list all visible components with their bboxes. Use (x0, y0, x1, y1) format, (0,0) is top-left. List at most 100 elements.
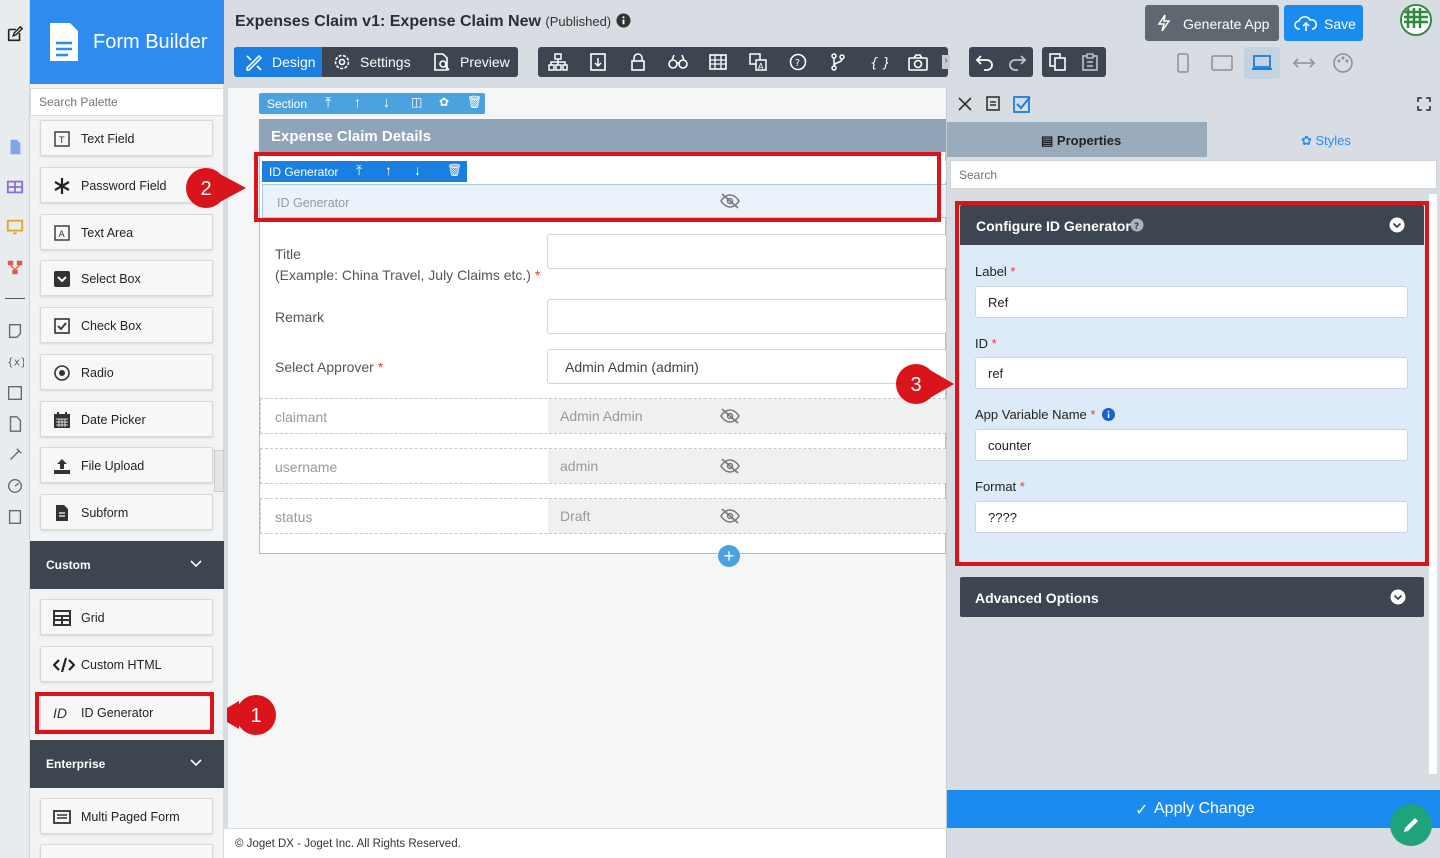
process-icon[interactable] (6, 258, 24, 276)
properties-search-input[interactable] (950, 160, 1437, 189)
info-icon[interactable] (616, 13, 631, 28)
tree-structure-icon[interactable] (548, 53, 568, 71)
move-up-icon[interactable]: ↑ (354, 94, 361, 110)
columns-icon[interactable]: ◫ (411, 95, 422, 109)
settings-mode-button[interactable]: Settings (322, 47, 418, 77)
palette-item-text-field[interactable]: T Text Field (40, 120, 213, 156)
expand-width-icon[interactable] (1292, 54, 1316, 72)
note-icon[interactable] (6, 322, 24, 340)
scroll-right-icon[interactable]: › (942, 55, 950, 69)
style-icon[interactable]: ✿ (439, 95, 449, 109)
published-badge: (Published) (545, 14, 612, 29)
palette-item-radio[interactable]: Radio (40, 354, 213, 390)
copy-icon[interactable] (1048, 53, 1068, 71)
properties-view-icon[interactable] (986, 96, 1000, 111)
left-icon-strip: {x} (0, 0, 30, 858)
hidden-field-label: username (275, 459, 338, 475)
redo-icon[interactable] (1007, 53, 1027, 71)
palette-item-label: Subform (81, 506, 129, 520)
palette-category-custom[interactable]: Custom (30, 541, 224, 589)
palette-item-label: Radio (81, 366, 114, 380)
advanced-options-header[interactable]: Advanced Options (960, 577, 1424, 617)
subform-icon (56, 505, 68, 521)
paste-icon[interactable] (1080, 53, 1100, 71)
tab-label-text: Styles (1315, 133, 1351, 148)
remark-input[interactable] (547, 299, 947, 334)
form-section-icon[interactable] (588, 53, 608, 71)
approver-select[interactable]: Admin Admin (admin) (547, 349, 947, 384)
palette-item-multi-paged-form[interactable]: Multi Paged Form (40, 798, 213, 834)
hidden-field-value: Admin Admin (548, 399, 948, 433)
hidden-field-value: admin (548, 449, 948, 483)
laptop-view-button[interactable] (1244, 47, 1280, 79)
help-icon[interactable]: ? (788, 53, 808, 71)
required-marker: * (534, 267, 541, 283)
title-input[interactable] (547, 234, 947, 269)
translate-icon[interactable] (6, 384, 24, 402)
table-icon[interactable] (708, 53, 728, 71)
palette-item-custom-html[interactable]: Custom HTML (40, 646, 213, 682)
binoculars-icon[interactable] (668, 53, 688, 71)
app-title-wrapper: Expenses Claim v1: Expense Claim New (Pu… (235, 13, 631, 31)
translate-icon[interactable]: A (748, 53, 768, 71)
palette-item-select-box[interactable]: Select Box (40, 260, 213, 296)
checkbox-checked-icon[interactable] (1012, 94, 1032, 114)
palette-category-enterprise[interactable]: Enterprise (30, 740, 224, 788)
resource-icon[interactable] (6, 415, 24, 433)
undo-icon[interactable] (975, 53, 995, 71)
page-footer: © Joget DX - Joget Inc. All Rights Reser… (224, 828, 946, 858)
preview-mode-button[interactable]: Preview (418, 47, 518, 77)
userview-icon[interactable] (6, 218, 24, 236)
section-header[interactable]: Expense Claim Details (259, 119, 946, 152)
palette-search-input[interactable] (30, 88, 224, 116)
palette-item-file-upload[interactable]: File Upload (40, 447, 213, 483)
palette-item-text-area[interactable]: A Text Area (40, 214, 213, 250)
properties-scrollbar[interactable] (1429, 194, 1437, 774)
variable-icon[interactable]: {x} (6, 352, 24, 370)
close-icon[interactable] (958, 97, 972, 111)
camera-icon[interactable] (908, 53, 928, 71)
tab-label-text: Properties (1056, 133, 1122, 148)
section-toolbar-label: Section (267, 97, 308, 111)
generate-app-button[interactable]: Generate App (1145, 5, 1279, 41)
save-label: Save (1324, 16, 1356, 32)
tablet-icon[interactable] (1210, 53, 1234, 73)
api-icon[interactable] (6, 508, 24, 526)
svg-text:{ }: { } (870, 56, 888, 71)
design-mode-button[interactable]: Design (234, 47, 322, 77)
save-button[interactable]: Save (1284, 5, 1363, 41)
move-top-icon[interactable]: ⤒ (325, 94, 331, 111)
floating-edit-button[interactable] (1390, 804, 1432, 846)
palette-item-check-box[interactable]: Check Box (40, 307, 213, 343)
app-title: Expenses Claim v1: Expense Claim New (235, 13, 541, 30)
tab-properties[interactable]: ▤ Properties (947, 122, 1207, 157)
tab-styles[interactable]: ✿ Styles (1207, 122, 1440, 157)
branch-icon[interactable] (828, 53, 848, 71)
datalist-icon[interactable] (6, 178, 24, 196)
palette-item-more[interactable] (40, 844, 213, 858)
move-down-icon[interactable]: ↓ (383, 94, 390, 110)
palette-item-grid[interactable]: Grid (40, 599, 213, 635)
performance-icon[interactable] (6, 477, 24, 495)
form-icon[interactable] (6, 138, 24, 156)
add-element-button[interactable]: + (718, 545, 740, 567)
palette-theme-icon[interactable] (1332, 52, 1354, 74)
palette-resize-handle[interactable] (214, 450, 224, 492)
edit-icon[interactable] (6, 25, 24, 43)
palette-item-date-picker[interactable]: Date Picker (40, 401, 213, 437)
palette-item-subform[interactable]: Subform (40, 494, 213, 530)
avatar[interactable] (1400, 4, 1432, 36)
hidden-field-username[interactable]: username admin (260, 448, 948, 484)
apply-change-button[interactable]: ✓ Apply Change (947, 790, 1440, 828)
mode-label: Preview (460, 54, 510, 70)
mobile-icon[interactable] (1174, 53, 1192, 73)
lock-icon[interactable] (628, 53, 648, 71)
hidden-field-label: status (275, 509, 313, 525)
hidden-field-claimant[interactable]: claimant Admin Admin (260, 398, 948, 434)
curly-braces-icon[interactable]: { } (868, 53, 888, 71)
trash-icon[interactable]: 🗑 (467, 95, 482, 109)
fullscreen-icon[interactable] (1417, 97, 1431, 111)
plugin-icon[interactable] (6, 446, 24, 464)
hidden-field-status[interactable]: status Draft (260, 498, 948, 534)
hidden-field-label: claimant (275, 409, 328, 425)
